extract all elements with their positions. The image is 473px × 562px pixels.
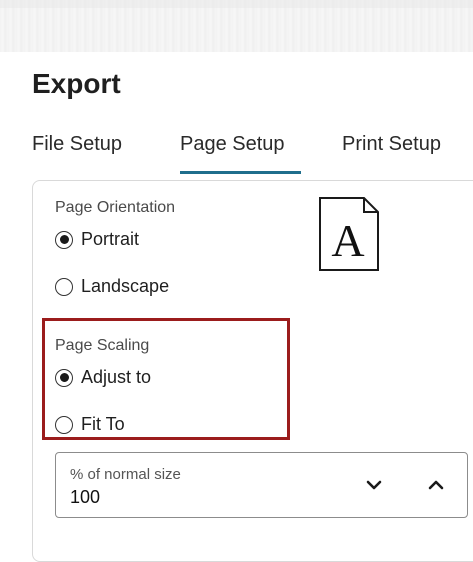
- landscape-label: Landscape: [81, 276, 170, 296]
- portrait-label: Portrait: [81, 229, 140, 249]
- page-orientation-label: Page Orientation: [55, 199, 176, 216]
- landscape-radio-option[interactable]: Landscape: [55, 276, 169, 297]
- stepper-label: % of normal size: [70, 466, 181, 483]
- chevron-down-icon[interactable]: [362, 473, 386, 497]
- page-scaling-label: Page Scaling: [55, 337, 150, 354]
- adjust-to-radio-option[interactable]: Adjust to: [55, 367, 151, 388]
- landscape-radio[interactable]: [55, 277, 73, 296]
- tab-file-setup[interactable]: File Setup: [32, 133, 122, 156]
- document-a-letter: A: [331, 215, 364, 266]
- active-tab-indicator: [180, 171, 301, 174]
- fit-to-radio[interactable]: [55, 415, 73, 434]
- stepper-value[interactable]: 100: [70, 487, 100, 508]
- background-blur-strip: [0, 0, 473, 52]
- dialog-title: Export: [32, 68, 121, 99]
- tab-page-setup[interactable]: Page Setup: [180, 133, 285, 156]
- portrait-radio-option[interactable]: Portrait: [55, 229, 139, 250]
- document-a-icon: A: [319, 197, 379, 271]
- adjust-to-radio[interactable]: [55, 368, 73, 387]
- portrait-radio[interactable]: [55, 230, 73, 249]
- fit-to-radio-option[interactable]: Fit To: [55, 414, 125, 435]
- chevron-up-icon[interactable]: [424, 473, 448, 497]
- fit-to-label: Fit To: [81, 414, 125, 434]
- percent-normal-size-stepper[interactable]: % of normal size 100: [55, 452, 468, 518]
- adjust-to-label: Adjust to: [81, 367, 152, 387]
- tab-print-setup[interactable]: Print Setup: [342, 133, 441, 156]
